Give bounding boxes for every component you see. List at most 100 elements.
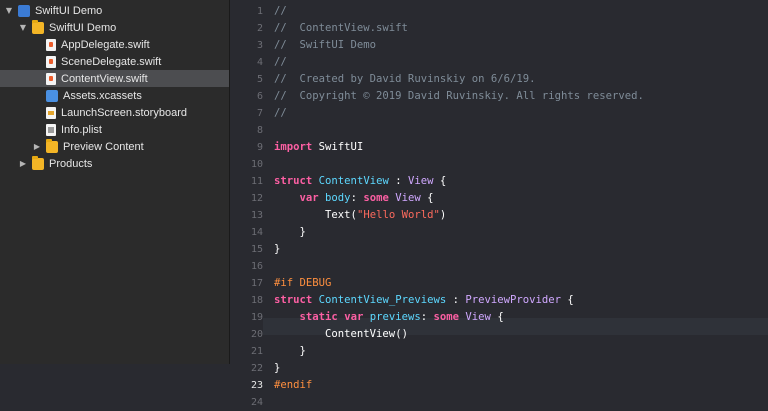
line-number: 19 (250, 312, 263, 323)
code-token: : (420, 311, 434, 323)
code-line[interactable]: // (274, 3, 287, 20)
code-line[interactable]: } (274, 343, 306, 360)
navigator-item-label: Assets.xcassets (63, 89, 142, 102)
code-line[interactable]: #endif (274, 377, 312, 394)
code-line[interactable]: // SwiftUI Demo (274, 37, 376, 54)
code-token: PreviewProvider (465, 294, 562, 306)
line-number: 18 (250, 295, 263, 306)
line-number: 17 (250, 278, 263, 289)
line-number: 1 (256, 6, 263, 17)
code-line[interactable]: var body: some View { (274, 190, 434, 207)
navigator-item[interactable]: ▼ SwiftUI Demo (0, 2, 229, 19)
source-editor[interactable]: 1 2 3 4 5 6 7 8 9 10 11 12 13 14 15 16 17 18 19 20 21 22 23 24 … (230, 0, 768, 408)
code-token: ContentView_Previews (318, 294, 447, 306)
code-line[interactable]: } (274, 224, 306, 241)
code-token: static (299, 311, 338, 323)
navigator-item-label: SwiftUI Demo (35, 4, 103, 17)
disclosure-expanded-icon[interactable]: ▼ (4, 6, 14, 16)
line-number: 12 (250, 193, 263, 204)
swift-file-icon (46, 55, 56, 68)
navigator-item[interactable]: SceneDelegate.swift (0, 53, 229, 70)
code-token: import (274, 141, 313, 153)
swift-file-icon (46, 38, 56, 51)
code-token: { (561, 294, 574, 306)
code-line[interactable]: ContentView() (274, 326, 408, 343)
code-token: : (446, 294, 466, 306)
navigator-item-label: ContentView.swift (61, 72, 148, 85)
code-token: SwiftUI (312, 141, 364, 153)
navigator-item[interactable]: ▼ SwiftUI Demo (0, 19, 229, 36)
code-token: previews (369, 311, 421, 323)
code-line[interactable]: Text("Hello World") (274, 207, 446, 224)
folder-icon (32, 155, 44, 170)
line-number: 10 (250, 159, 263, 170)
code-token: "Hello World" (356, 209, 440, 221)
code-line[interactable]: } (274, 241, 280, 258)
folder-icon (32, 19, 44, 34)
code-line[interactable]: import SwiftUI (274, 139, 363, 156)
navigator-item[interactable]: AppDelegate.swift (0, 36, 229, 53)
code-token: { (420, 192, 434, 204)
line-number: 23 (250, 380, 263, 391)
disclosure-expanded-icon[interactable]: ▼ (18, 23, 28, 33)
code-token: var (299, 192, 319, 204)
code-token: ContentView (325, 328, 396, 340)
code-token: // Created by David Ruvinskiy on 6/6/19. (274, 73, 536, 85)
code-token: // (274, 5, 287, 17)
navigator-item[interactable]: Assets.xcassets (0, 87, 229, 104)
navigator-item-label: LaunchScreen.storyboard (61, 106, 187, 119)
navigator-item-label: Preview Content (63, 140, 144, 153)
project-navigator: ▼ SwiftUI Demo ▼ SwiftUI Demo AppDelegate.sw… (0, 0, 230, 364)
code-token: #endif (274, 379, 313, 391)
code-token: : (388, 175, 408, 187)
code-line[interactable]: // (274, 54, 287, 71)
code-line[interactable]: // Created by David Ruvinskiy on 6/6/19. (274, 71, 536, 88)
code-line[interactable]: struct ContentView : View { (274, 173, 446, 190)
navigator-item-label: Products (49, 157, 93, 170)
code-token: { (433, 175, 447, 187)
code-line[interactable]: static var previews: some View { (274, 309, 504, 326)
code-line[interactable]: // (274, 105, 287, 122)
code-line[interactable]: struct ContentView_Previews : PreviewPro… (274, 292, 574, 309)
line-number: 2 (256, 23, 263, 34)
plist-icon (46, 123, 56, 136)
code-token: View (465, 311, 491, 323)
code-token: View (407, 175, 434, 187)
line-number: 20 (250, 329, 263, 340)
code-token: : (350, 192, 364, 204)
line-number: 7 (256, 108, 263, 119)
code-line[interactable]: // ContentView.swift (274, 20, 408, 37)
code-token: // SwiftUI Demo (274, 39, 377, 51)
navigator-item-label: AppDelegate.swift (61, 38, 150, 51)
disclosure-collapsed-icon[interactable]: ▶ (18, 159, 28, 169)
code-token: #if (274, 277, 294, 289)
code-token: var (344, 311, 364, 323)
code-token: } (274, 243, 281, 255)
code-line[interactable]: #if DEBUG (274, 275, 331, 292)
code-token: body (325, 192, 351, 204)
navigator-item[interactable]: ▶ Products (0, 155, 229, 172)
code-token: DEBUG (293, 277, 332, 289)
disclosure-collapsed-icon[interactable]: ▶ (32, 142, 42, 152)
code-line[interactable]: } (274, 360, 280, 377)
navigator-item[interactable]: ▶ Preview Content (0, 138, 229, 155)
navigator-item-label: SceneDelegate.swift (61, 55, 162, 68)
line-number: 9 (256, 142, 263, 153)
assets-icon (46, 89, 58, 102)
navigator-item[interactable]: Info.plist (0, 121, 229, 138)
navigator-item[interactable]: LaunchScreen.storyboard (0, 104, 229, 121)
code-token: { (490, 311, 504, 323)
code-token: } (274, 345, 306, 357)
code-line[interactable]: // Copyright © 2019 David Ruvinskiy. All… (274, 88, 644, 105)
navigator-item[interactable]: ContentView.swift (0, 70, 229, 87)
xcode-window: ▼ SwiftUI Demo ▼ SwiftUI Demo AppDelegate.sw… (0, 0, 768, 408)
